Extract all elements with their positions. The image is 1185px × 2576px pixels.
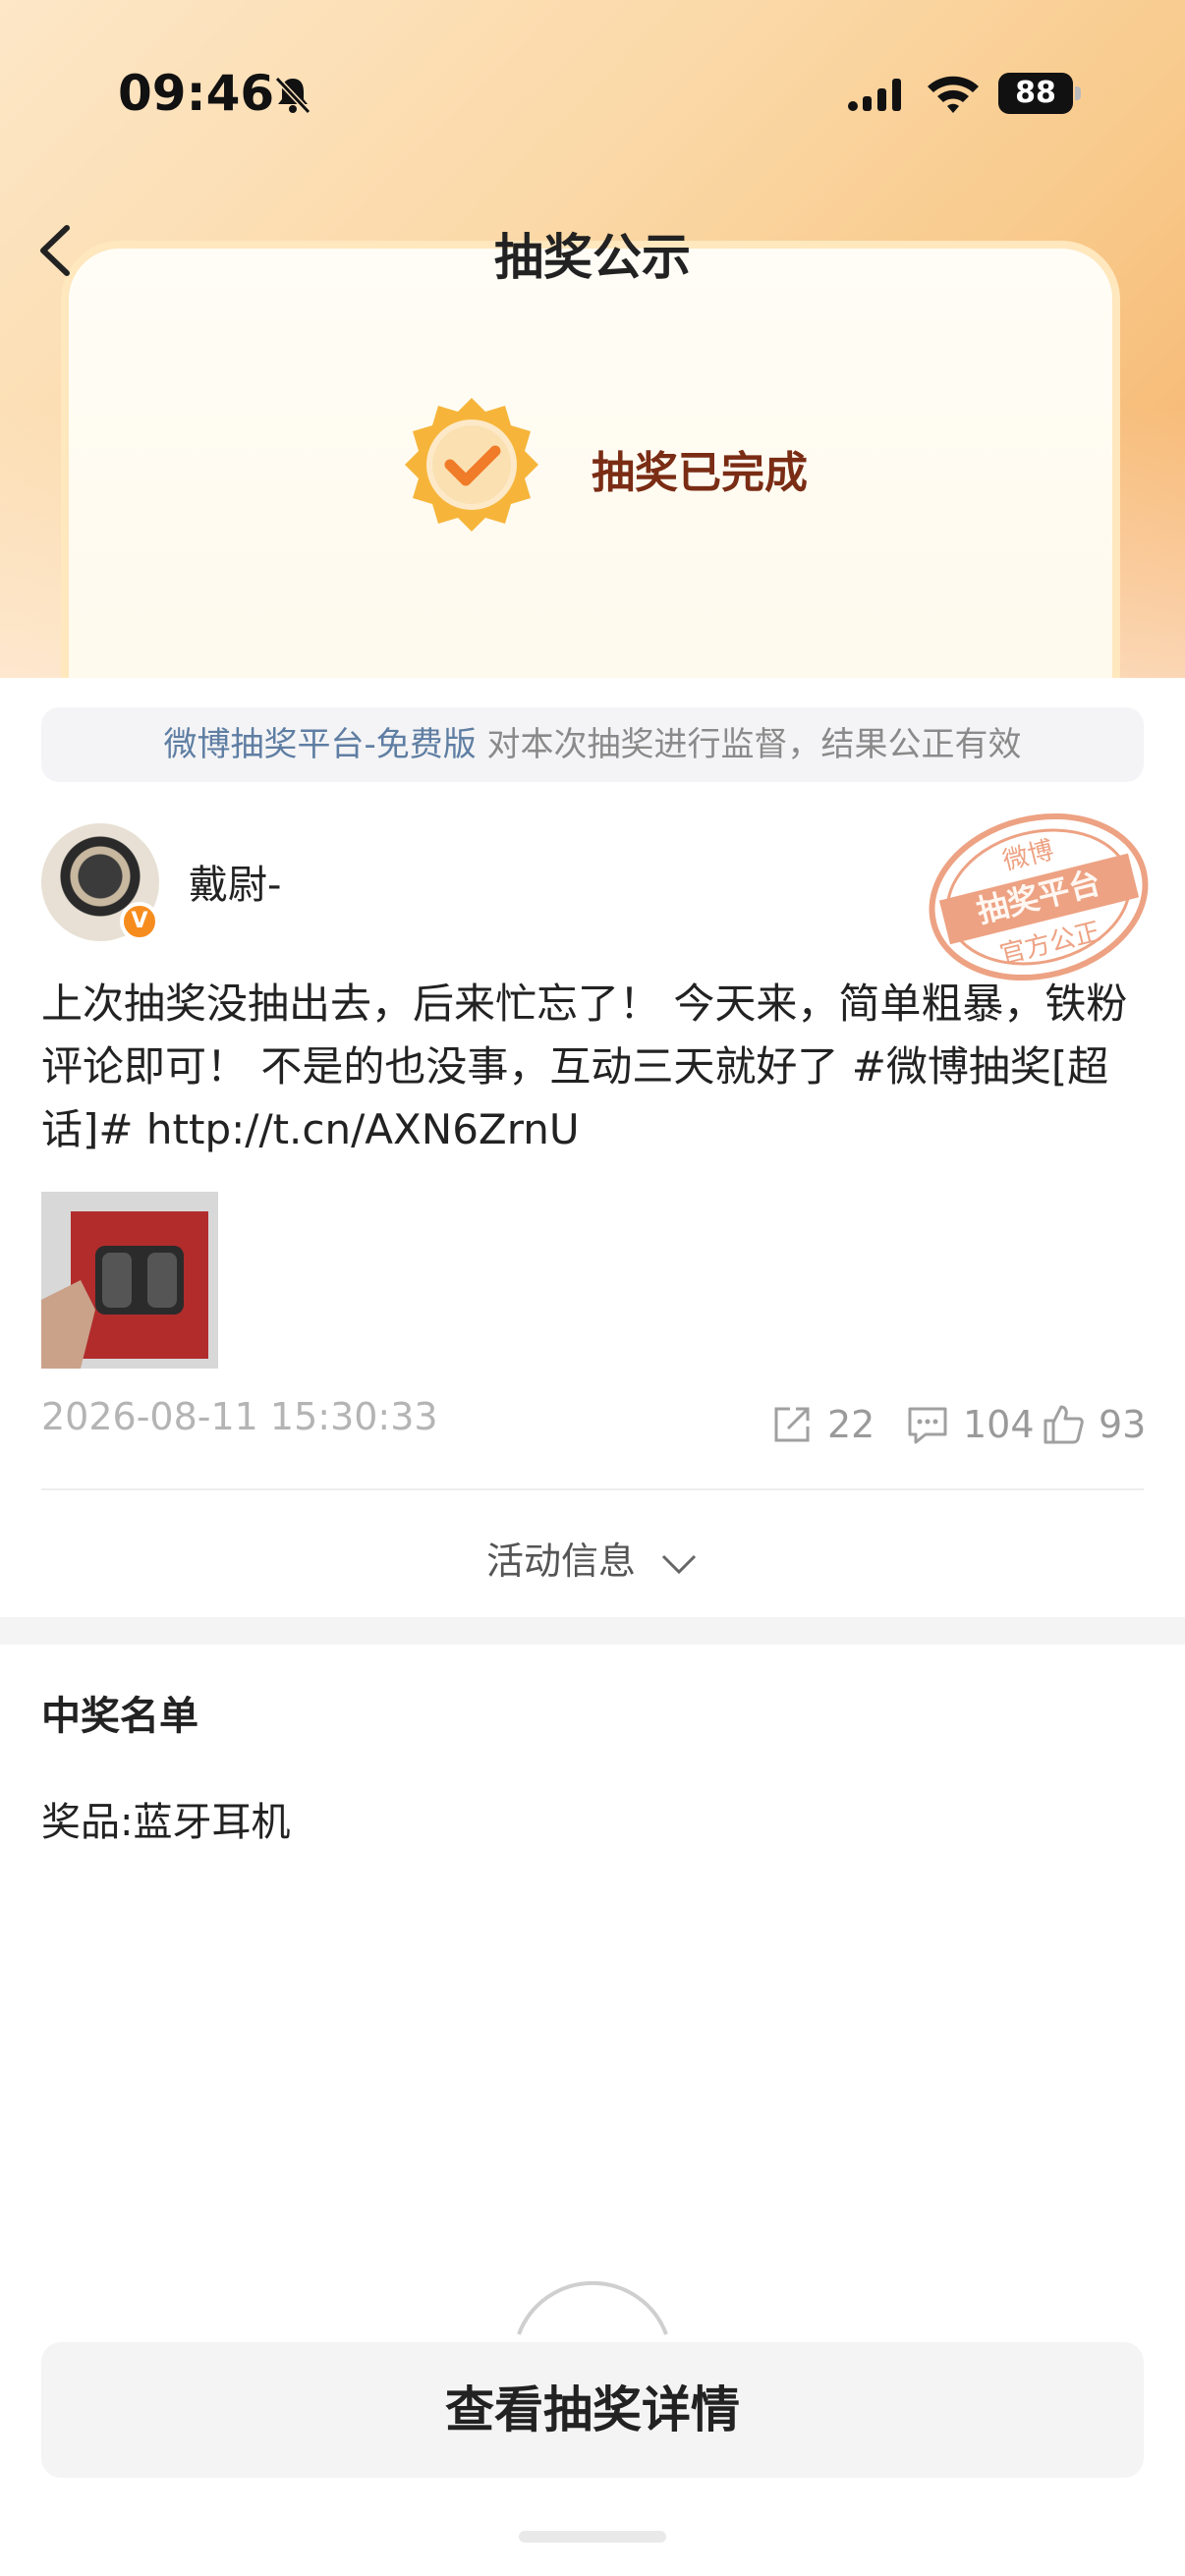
comment-button[interactable]: 104: [906, 1395, 1035, 1454]
thumbs-up-icon: [1044, 1405, 1084, 1444]
share-icon: [774, 1407, 810, 1442]
view-lottery-details-button[interactable]: 查看抽奖详情: [41, 2342, 1144, 2478]
post-image[interactable]: [41, 1192, 218, 1369]
official-stamp: 微博 抽奖平台 官方公正: [929, 812, 1149, 981]
chevron-down-icon: [661, 1554, 697, 1574]
post-meta: 2026-08-11 15:30:33 22 104 93: [41, 1395, 1146, 1454]
section-gap: [0, 1617, 1185, 1645]
post-author: V 戴尉- 微博 抽奖平台 官方公正: [41, 812, 1149, 981]
content-sheet: 微博抽奖平台-免费版 对本次抽奖进行监督，结果公正有效 V 戴尉- 微博 抽奖平…: [0, 678, 1185, 2576]
platform-notice: 微博抽奖平台-免费版 对本次抽奖进行监督，结果公正有效: [41, 707, 1144, 782]
winners-title: 中奖名单: [41, 1694, 198, 1739]
platform-link[interactable]: 微博抽奖平台-免费版: [163, 725, 476, 764]
verified-badge: V: [120, 902, 159, 941]
cellular-signal-icon: [848, 79, 901, 111]
comment-count: 104: [963, 1403, 1035, 1446]
activity-info-label: 活动信息: [485, 1540, 636, 1583]
earphones-box-photo: [41, 1192, 218, 1369]
status-time: 09:46: [118, 65, 275, 122]
post-timestamp: 2026-08-11 15:30:33: [41, 1395, 438, 1438]
battery-tip: [1075, 86, 1081, 100]
prize-text: 奖品:蓝牙耳机: [41, 1800, 291, 1845]
post-text: 上次抽奖没抽出去，后来忙忘了！ 今天来，简单粗暴，铁粉评论即可！ 不是的也没事，…: [41, 980, 1128, 1153]
home-indicator[interactable]: [519, 2531, 666, 2543]
bell-off-icon: [274, 76, 311, 115]
divider: [41, 1488, 1144, 1490]
status-bar: 09:46 88: [0, 59, 1185, 138]
battery-level: 88: [998, 73, 1073, 114]
activity-info-toggle[interactable]: 活动信息: [0, 1531, 1185, 1585]
author-name[interactable]: 戴尉-: [189, 853, 281, 910]
stamp-top-text: 微博: [1000, 835, 1057, 876]
lottery-status-card: 抽奖已完成: [61, 241, 1120, 752]
like-button[interactable]: 93: [1042, 1395, 1146, 1454]
nav-bar: 抽奖公示: [0, 206, 1185, 295]
wifi-icon: [928, 76, 979, 113]
lottery-status-text: 抽奖已完成: [592, 448, 808, 498]
comment-icon: [908, 1407, 947, 1444]
repost-count: 22: [827, 1403, 875, 1446]
lottery-announcement-page: 09:46 88 抽奖公示 抽奖已完成 微博抽奖平台-免费版 对本次抽奖进行监督…: [0, 0, 1185, 2576]
page-title: 抽奖公示: [494, 229, 691, 286]
notice-text: 对本次抽奖进行监督，结果公正有效: [476, 725, 1022, 764]
repost-button[interactable]: 22: [770, 1395, 875, 1454]
loading-arc-icon: [517, 2280, 668, 2335]
check-badge-icon: [405, 398, 538, 532]
like-count: 93: [1099, 1403, 1147, 1446]
battery-indicator: 88: [998, 73, 1081, 114]
